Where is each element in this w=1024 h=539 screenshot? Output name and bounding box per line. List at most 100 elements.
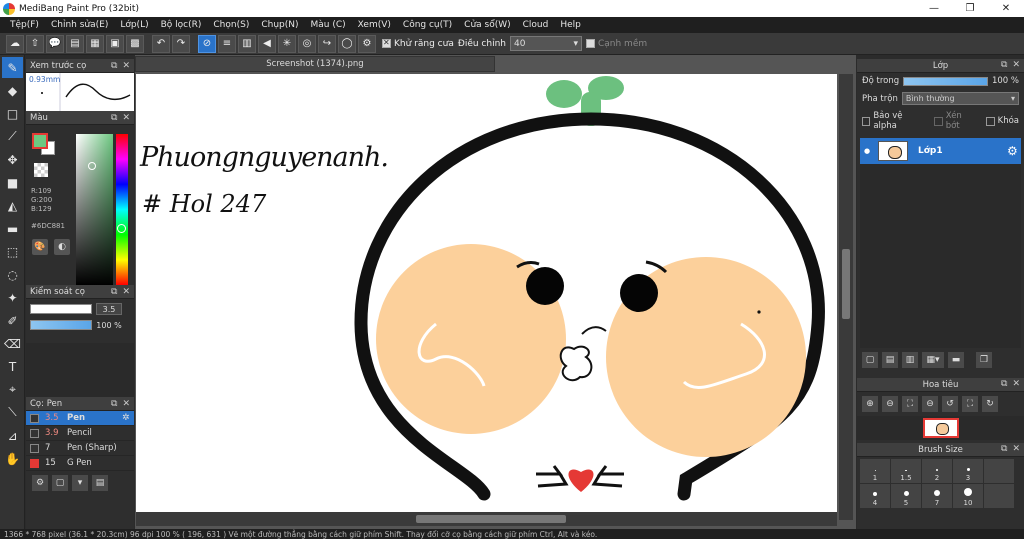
- vertical-scrollbar[interactable]: [839, 74, 853, 520]
- saturation-value-picker[interactable]: [76, 134, 113, 285]
- fullscreen-icon[interactable]: ⛶: [962, 396, 978, 412]
- snap-off-icon[interactable]: ⊘: [198, 34, 216, 53]
- rotate-right-icon[interactable]: ↻: [982, 396, 998, 412]
- menu-color[interactable]: Màu (C): [305, 20, 352, 30]
- popout-icon[interactable]: ⧉: [111, 61, 117, 71]
- menu-edit[interactable]: Chỉnh sửa(E): [45, 20, 114, 30]
- circle-snap-icon[interactable]: ◎: [298, 34, 316, 53]
- menu-tools[interactable]: Công cụ(T): [397, 20, 458, 30]
- brush-size-cell[interactable]: [984, 484, 1014, 508]
- grid-icon[interactable]: ▩: [126, 34, 144, 53]
- redo-icon[interactable]: ↷: [172, 34, 190, 53]
- popout-icon[interactable]: ⧉: [1001, 60, 1007, 70]
- eyedropper-tool-icon[interactable]: ⊿: [2, 425, 23, 446]
- snap-soft-checkbox[interactable]: [585, 39, 595, 48]
- brush-size-cell[interactable]: 5: [891, 484, 921, 508]
- select-tool-icon[interactable]: ⬚: [2, 241, 23, 262]
- brush-item-pen[interactable]: 3.5 Pen ✲: [26, 411, 134, 426]
- popout-icon[interactable]: ⧉: [1001, 444, 1007, 454]
- protect-alpha-checkbox[interactable]: [862, 116, 871, 126]
- brush-size-value[interactable]: 3.5: [96, 303, 122, 315]
- lasso-tool-icon[interactable]: ◌: [2, 264, 23, 285]
- gear-icon[interactable]: ⚙: [1007, 144, 1021, 158]
- minimize-button[interactable]: —: [916, 0, 952, 17]
- ellipse-snap-icon[interactable]: ◯: [338, 34, 356, 53]
- divide-tool-icon[interactable]: ⟍: [2, 402, 23, 423]
- color-settings-icon[interactable]: ◐: [54, 239, 70, 255]
- brush-size-cell[interactable]: 7: [922, 484, 952, 508]
- gradient-tool-icon[interactable]: ▬: [2, 218, 23, 239]
- zoom-in-icon[interactable]: ⊕: [862, 396, 878, 412]
- brush-delete-icon[interactable]: ▤: [92, 475, 108, 491]
- cloud-icon[interactable]: ☁: [6, 34, 24, 53]
- new-layer-1bit-icon[interactable]: ▥: [902, 352, 918, 368]
- close-icon[interactable]: ✕: [1012, 60, 1020, 70]
- bucket-tool-icon[interactable]: ◭: [2, 195, 23, 216]
- close-icon[interactable]: ✕: [122, 287, 130, 297]
- rectangle-tool-icon[interactable]: □: [2, 103, 23, 124]
- comment-icon[interactable]: 💬: [46, 34, 64, 53]
- maximize-button[interactable]: ❐: [952, 0, 988, 17]
- close-icon[interactable]: ✕: [122, 399, 130, 409]
- brush-size-cell[interactable]: 1.5: [891, 459, 921, 483]
- add-layer-menu-icon[interactable]: ▦▾: [922, 352, 944, 368]
- brush-menu-icon[interactable]: ▾: [72, 475, 88, 491]
- select-eraser-tool-icon[interactable]: ⌫: [2, 333, 23, 354]
- antialias-checkbox[interactable]: [382, 38, 391, 48]
- brush-size-cell[interactable]: 10: [953, 484, 983, 508]
- folder-icon[interactable]: ▬: [948, 352, 964, 368]
- menu-snap[interactable]: Chụp(N): [255, 20, 304, 30]
- new-layer-icon[interactable]: ▢: [862, 352, 878, 368]
- layer-item[interactable]: ● Lớp1 ⚙: [860, 138, 1021, 164]
- lock-checkbox[interactable]: [986, 116, 995, 126]
- transparent-color-swatch[interactable]: [34, 163, 48, 177]
- brush-size-slider[interactable]: [30, 304, 92, 314]
- brush-size-cell[interactable]: 4: [860, 484, 890, 508]
- menu-window[interactable]: Cửa sổ(W): [458, 20, 516, 30]
- brush-item-pen-sharp[interactable]: 7 Pen (Sharp): [26, 441, 134, 456]
- menu-cloud[interactable]: Cloud: [517, 20, 555, 30]
- radial-snap-icon[interactable]: ✳: [278, 34, 296, 53]
- popout-icon[interactable]: ⧉: [1001, 379, 1007, 389]
- palette-icon[interactable]: 🎨: [32, 239, 48, 255]
- zoom-out-icon[interactable]: ⊖: [882, 396, 898, 412]
- menu-help[interactable]: Help: [554, 20, 587, 30]
- drawing-canvas[interactable]: Phuongnguyenanh. # Hol 247: [136, 74, 837, 520]
- visibility-icon[interactable]: ●: [860, 147, 874, 155]
- foreground-color-swatch[interactable]: [32, 133, 48, 149]
- brush-tool-icon[interactable]: ✎: [2, 57, 23, 78]
- brush-size-cell[interactable]: 3: [953, 459, 983, 483]
- close-icon[interactable]: ✕: [122, 113, 130, 123]
- hue-cursor[interactable]: [117, 224, 126, 233]
- undo-icon[interactable]: ↶: [152, 34, 170, 53]
- brush-item-pencil[interactable]: 3.9 Pencil: [26, 426, 134, 441]
- grid-snap-icon[interactable]: ▥: [238, 34, 256, 53]
- message-icon[interactable]: ▤: [66, 34, 84, 53]
- horizontal-scroll-thumb[interactable]: [416, 515, 566, 523]
- fit-icon[interactable]: ⛶: [902, 396, 918, 412]
- fill-rect-tool-icon[interactable]: ■: [2, 172, 23, 193]
- new-layer-8bit-icon[interactable]: ▤: [882, 352, 898, 368]
- line-tool-icon[interactable]: ⟋: [2, 126, 23, 147]
- gear-icon[interactable]: ✲: [122, 413, 134, 423]
- brush-size-cell[interactable]: [984, 459, 1014, 483]
- brush-opacity-slider[interactable]: [30, 320, 92, 330]
- adjust-select[interactable]: 40 ▾: [509, 36, 582, 51]
- duplicate-layer-icon[interactable]: ❐: [976, 352, 992, 368]
- popout-icon[interactable]: ⧉: [111, 287, 117, 297]
- brush-size-cell[interactable]: 2: [922, 459, 952, 483]
- panel-icon[interactable]: ▣: [106, 34, 124, 53]
- curve-snap-icon[interactable]: ↪: [318, 34, 336, 53]
- actual-size-icon[interactable]: ⊖: [922, 396, 938, 412]
- menu-select[interactable]: Chọn(S): [207, 20, 255, 30]
- eraser-tool-icon[interactable]: ◆: [2, 80, 23, 101]
- new-brush-icon[interactable]: ▢: [52, 475, 68, 491]
- popout-icon[interactable]: ⧉: [111, 113, 117, 123]
- close-button[interactable]: ✕: [988, 0, 1024, 17]
- brush-add-icon[interactable]: ⚙: [32, 475, 48, 491]
- select-pen-tool-icon[interactable]: ✐: [2, 310, 23, 331]
- rotate-left-icon[interactable]: ↺: [942, 396, 958, 412]
- perspective-snap-icon[interactable]: ◀: [258, 34, 276, 53]
- brush-size-cell[interactable]: 1: [860, 459, 890, 483]
- close-icon[interactable]: ✕: [122, 61, 130, 71]
